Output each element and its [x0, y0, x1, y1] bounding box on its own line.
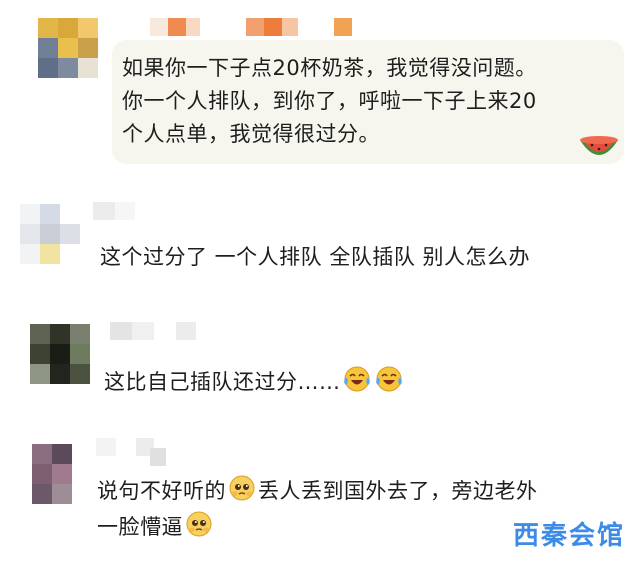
comment-text-line-2: 一脸懵逼: [97, 510, 215, 544]
pleading-icon: [229, 475, 255, 501]
comment-text-content: 丢人丢到国外去了，旁边老外: [258, 479, 538, 503]
comment-text-content: 一脸懵逼: [97, 515, 183, 539]
comment-text: 这比自己插队还过分……: [104, 365, 405, 399]
username-blurred[interactable]: [96, 438, 154, 456]
avatar[interactable]: [30, 324, 90, 384]
laughing-crying-icon: [343, 366, 370, 392]
username-blurred[interactable]: [93, 202, 135, 220]
comment-3: 这比自己插队还过分……: [0, 310, 637, 420]
avatar[interactable]: [32, 444, 92, 504]
watermelon-sticker-icon: [580, 136, 618, 155]
comment-2: 这个过分了 一个人排队 全队插队 别人怎么办: [0, 190, 637, 300]
avatar[interactable]: [20, 204, 80, 264]
comment-text-content: 这比自己插队还过分……: [104, 370, 341, 394]
comment-1: 如果你一下子点20杯奶茶，我觉得没问题。 你一个人排队，到你了，呼啦一下子上来2…: [0, 0, 637, 175]
comment-text-line-1: 如果你一下子点20杯奶茶，我觉得没问题。: [122, 56, 537, 80]
username-blurred[interactable]: [150, 18, 352, 36]
comment-text-content: 说句不好听的: [97, 479, 226, 503]
comment-text-line-1: 说句不好听的 丢人丢到国外去了，旁边老外: [97, 474, 538, 508]
laughing-crying-icon: [375, 366, 402, 392]
comment-text: 这个过分了 一个人排队 全队插队 别人怎么办: [100, 245, 531, 269]
avatar[interactable]: [38, 18, 98, 78]
watermark: 西秦会馆: [512, 521, 625, 551]
comment-text-line-2: 你一个人排队，到你了，呼啦一下子上来20: [122, 89, 537, 113]
username-blurred: [150, 448, 166, 466]
comment-text-line-3: 个人点单，我觉得很过分。: [122, 122, 380, 146]
pleading-icon: [186, 511, 212, 537]
username-blurred[interactable]: [110, 322, 196, 340]
